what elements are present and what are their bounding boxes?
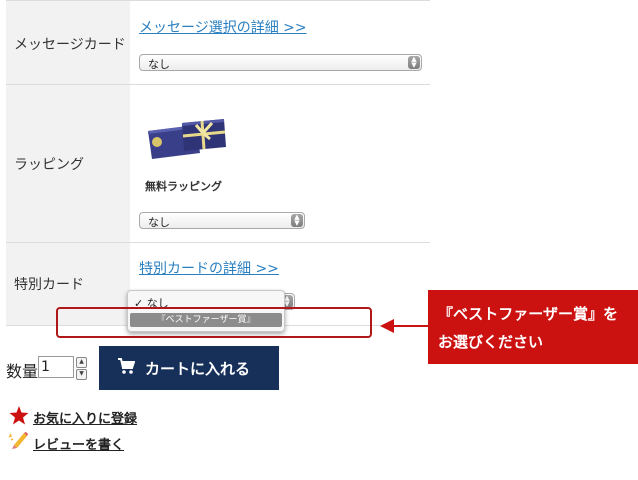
instruction-callout: 『ベストファーザー賞』を お選びください: [428, 290, 638, 364]
increment-icon[interactable]: ▲: [76, 357, 87, 368]
quantity-label: 数量: [6, 362, 39, 381]
select-arrows-icon: ▲ ▼: [408, 56, 420, 69]
wrapping-label: ラッピング: [14, 157, 84, 173]
message-card-label: メッセージカード: [14, 37, 126, 53]
special-card-label: 特別カード: [14, 277, 84, 293]
wrapping-label-cell: ラッピング: [6, 85, 130, 242]
decrement-icon[interactable]: ▼: [76, 369, 87, 380]
arrow-left-icon: [380, 319, 430, 333]
quantity-input[interactable]: 1: [38, 356, 74, 378]
callout-line2: お選びください: [438, 333, 544, 351]
wrapping-gift-image: [148, 119, 226, 159]
star-icon: [9, 406, 29, 425]
add-favorite-link[interactable]: お気に入りに登録: [33, 408, 137, 427]
pencil-icon: [8, 432, 28, 449]
message-select-detail-link[interactable]: メッセージ選択の詳細 >>: [139, 17, 307, 37]
highlight-box: [56, 307, 372, 338]
cart-icon: [118, 358, 135, 374]
write-review-link[interactable]: レビューを書く: [33, 434, 124, 453]
add-to-cart-button[interactable]: カートに入れる: [99, 346, 279, 390]
wrapping-select[interactable]: なし ▲ ▼: [139, 212, 305, 229]
message-card-label-cell: メッセージカード: [6, 1, 130, 84]
wrapping-product-name: 無料ラッピング: [145, 180, 222, 193]
select-arrows-icon: ▲ ▼: [291, 214, 303, 227]
special-card-detail-link[interactable]: 特別カードの詳細 >>: [139, 258, 279, 278]
quantity-stepper[interactable]: ▲ ▼: [76, 357, 87, 380]
add-to-cart-label: カートに入れる: [145, 360, 251, 378]
callout-line1: 『ベストファーザー賞』を: [438, 305, 619, 323]
message-card-select[interactable]: なし ▲ ▼: [139, 54, 422, 71]
